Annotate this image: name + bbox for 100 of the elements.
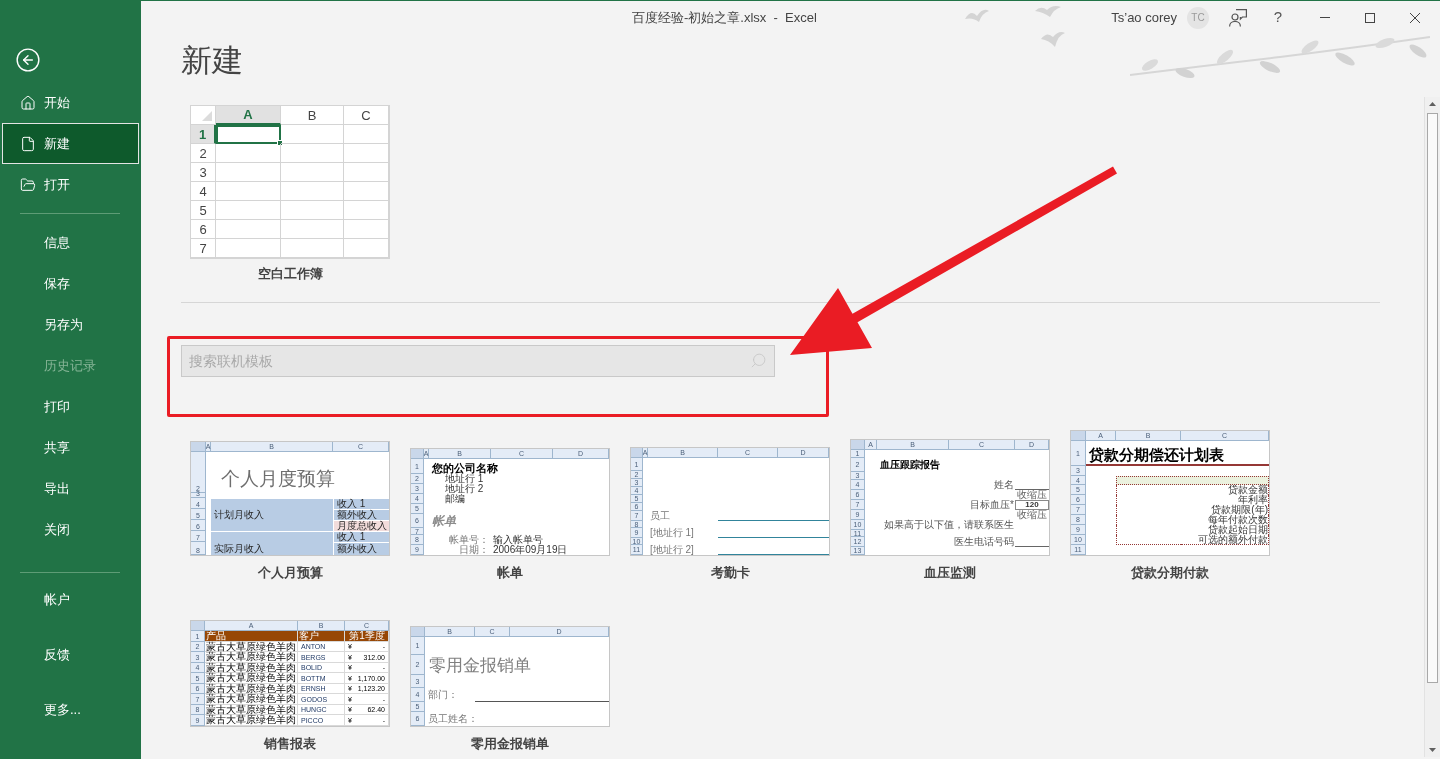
row-header: 2 [191,144,216,163]
template-name: 贷款分期付款 [1131,565,1209,581]
table-cell [216,201,281,220]
table-cell [344,144,389,163]
help-button[interactable]: ? [1258,1,1298,34]
table-cell: 每年付款次数 [1181,515,1269,525]
sheet-title: 您的公司名称 [431,461,499,474]
table-cell: 实际月收入 [211,531,333,555]
table-cell-text: [地址行 2] [649,545,695,555]
table-cell [281,125,344,144]
sidebar-item[interactable]: 打开 [2,164,139,205]
table-cell: 客户 [298,631,345,642]
sidebar-item[interactable]: 帐户 [2,579,139,620]
template-thumbnail[interactable] [190,620,390,727]
table-cell: 120 [1015,500,1049,510]
table-cell [344,163,389,182]
table-cell: 贷款金额 [1181,485,1269,495]
table-cell: 蒙古大草原绿色羊肉 [205,652,298,663]
corner-triangle-icon [202,111,212,121]
home-icon [20,94,36,111]
table-cell: 蒙古大草原绿色羊肉 [205,663,298,673]
fill-handle[interactable] [277,140,283,146]
table-cell: 蒙古大草原绿色羊肉 [205,694,298,705]
table-cell: 收入 1 [333,531,389,542]
table-cell [216,144,281,163]
column-header: C [344,106,389,125]
table-cell-text: 帐单号： [448,535,490,545]
sidebar-item[interactable]: 共享 [2,427,139,468]
sidebar-item[interactable]: 开始 [2,82,139,123]
table-cell: 蒙古大草原绿色羊肉 [205,684,298,694]
back-button[interactable] [15,47,41,73]
sidebar-item[interactable]: 关闭 [2,509,139,550]
sidebar-item[interactable]: 信息 [2,222,139,263]
table-cell-text: [地址行 1] [649,528,695,538]
table-cell [216,220,281,239]
table-cell [344,125,389,144]
table-cell [281,163,344,182]
table-cell: 计划月收入 [211,498,333,531]
table-cell-text: 地址行 2 [444,484,485,494]
search-field[interactable]: 搜索联机模板 [181,345,775,377]
template-name: 销售报表 [264,736,316,752]
table-cell: 额外收入 [333,542,389,555]
row-header: 6 [191,220,216,239]
table-cell-text: 目标血压* [969,500,1015,510]
table-cell [216,239,281,258]
sheet-title: 零用金报销单 [428,655,532,675]
table-cell [1116,535,1181,545]
table-cell [281,201,344,220]
maximize-icon [1364,12,1375,23]
table-cell-text: 收缩压 [1016,510,1048,520]
table-cell [281,220,344,239]
table-cell: 产品 [205,631,298,642]
table-cell-text: 员工 [649,511,671,521]
table-cell-text: 2006年09月19日 [492,545,569,555]
template-name: 个人月预算 [257,565,323,581]
sheet-title: 贷款分期偿还计划表 [1086,441,1269,466]
select-all-corner [411,627,425,637]
table-cell: 第1季度 [345,631,389,642]
table-cell-text: 日期： [458,545,490,555]
page-heading: 新建 [181,42,243,80]
column-header: B [281,106,344,125]
table-cell-text: 员工姓名： [427,712,479,726]
sidebar-item[interactable]: 另存为 [2,304,139,345]
user-name[interactable]: Ts’ao corey [1111,7,1177,28]
sidebar-item[interactable]: 反馈 [2,634,139,675]
sidebar-item[interactable]: 打印 [2,386,139,427]
table-cell [344,220,389,239]
document-icon [20,135,36,152]
select-all-corner [411,449,424,459]
table-cell: 年利率 [1181,495,1269,505]
table-cell: 蒙古大草原绿色羊肉 [205,715,298,726]
table-cell [281,182,344,201]
table-cell: 蒙古大草原绿色羊肉 [205,705,298,715]
scrollbar-thumb[interactable] [1427,113,1438,683]
sidebar-item[interactable]: 更多... [2,689,139,730]
table-cell-text: 收缩压 [1016,490,1048,500]
select-all-corner [1071,431,1086,441]
sidebar-item[interactable]: 保存 [2,263,139,304]
row-header: 5 [191,201,216,220]
table-cell [344,201,389,220]
sheet-title: 个人月度预算 [220,467,336,491]
table-cell: 贷款期限(年) [1181,505,1269,515]
sidebar-item[interactable]: 导出 [2,468,139,509]
scroll-down-icon[interactable] [1429,748,1436,752]
table-cell: 可选的额外付款 [1181,535,1269,545]
row-header: 1 [191,125,216,144]
template-name: 帐单 [497,565,523,581]
table-cell-text: 邮编 [444,494,465,504]
table-cell [216,182,281,201]
table-cell: 蒙古大草原绿色羊肉 [205,642,298,652]
row-header: 7 [191,239,216,258]
window-title: 百度经验-初始之章.xlsx - Excel [632,8,817,27]
table-cell [281,239,344,258]
scroll-up-icon[interactable] [1429,102,1436,106]
table-cell-text: 部门： [427,688,459,702]
sidebar-item[interactable]: 新建 [2,123,139,164]
selected-cell[interactable] [216,125,281,144]
workbook-thumbnail[interactable]: A B C 1 2 3 4 5 6 7 [190,105,390,259]
sheet-title: 血压跟踪报告 [879,458,941,472]
minimize-icon [1319,17,1330,18]
